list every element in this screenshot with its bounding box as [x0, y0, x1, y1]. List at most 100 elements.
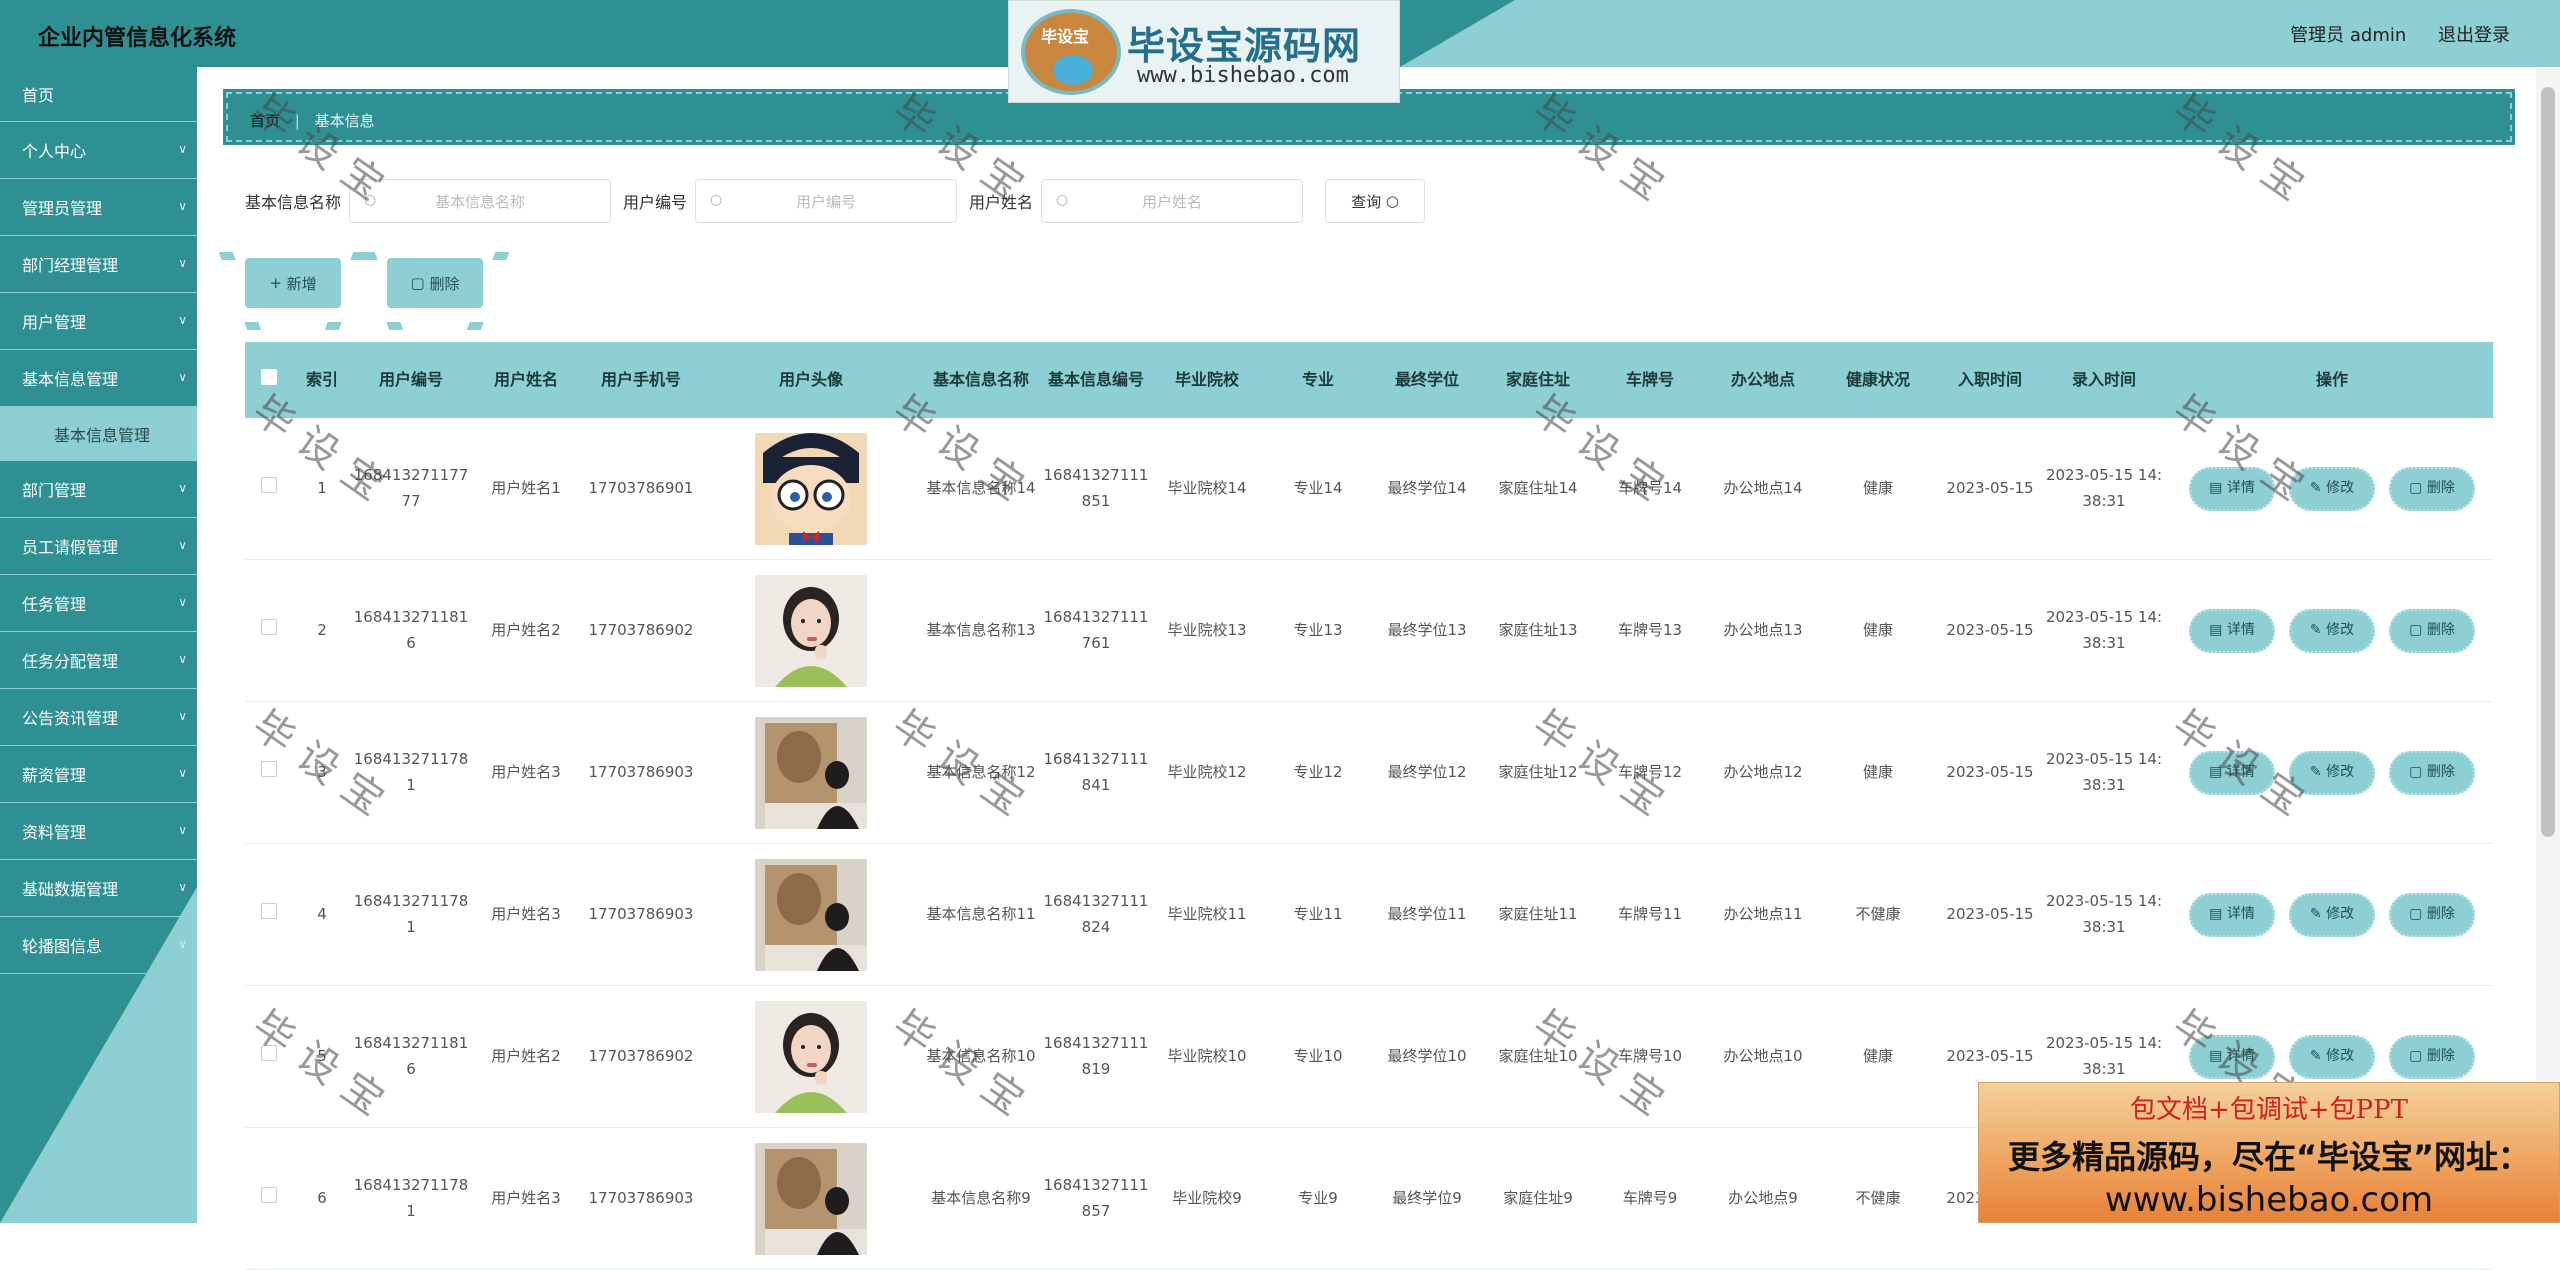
uid-filter-label: 用户编号 [623, 193, 688, 212]
sidebar-subitem-basic-info[interactable]: 基本信息管理 [0, 407, 197, 461]
chevron-down-icon: ∨ [178, 481, 187, 495]
cell-rec: 2023-05-15 14:38:31 [2045, 608, 2163, 652]
edit-button[interactable]: ✎ 修改 [2289, 1034, 2375, 1079]
row-checkbox[interactable] [261, 760, 277, 777]
cell-major: 专业13 [1293, 620, 1343, 639]
batch-delete-button[interactable]: ▢ 删除 [387, 258, 483, 308]
trash-icon: ▢ [2409, 479, 2427, 496]
search-icon: ○ [1056, 192, 1069, 208]
breadcrumb-separator: | [294, 112, 300, 130]
search-icon: ○ [1385, 192, 1399, 210]
cell-uid: 1684132711816 [353, 608, 469, 652]
row-checkbox[interactable] [261, 1044, 277, 1061]
sidebar-item-label: 基础数据管理 [22, 880, 119, 899]
sidebar-item[interactable]: 轮播图信息 ∨ [0, 917, 197, 974]
edit-button[interactable]: ✎ 修改 [2289, 466, 2375, 511]
row-actions: ▤ 详情 ✎ 修改 ▢ 删除 [2163, 1034, 2501, 1079]
cell-idx: 6 [317, 1188, 327, 1207]
chevron-down-icon: ∨ [178, 538, 187, 552]
logo-url: www.bishebao.com [1137, 63, 1349, 88]
promo-banner[interactable]: 包文档+包调试+包PPT 更多精品源码，尽在“毕设宝”网址： www.bishe… [1978, 1082, 2560, 1223]
sidebar-item[interactable]: 管理员管理 ∨ [0, 179, 197, 236]
sidebar-item[interactable]: 基础数据管理 ∨ [0, 860, 197, 917]
cell-major: 专业11 [1293, 904, 1343, 923]
delete-button[interactable]: ▢ 删除 [2389, 466, 2475, 511]
chevron-down-icon: ∨ [178, 370, 187, 384]
admin-user-label[interactable]: 管理员 admin [2290, 25, 2406, 46]
column-header: 家庭住址 [1505, 370, 1570, 390]
table-row: 3 1684132711781 用户姓名3 17703786903 基本信息名称12 16… [245, 702, 2493, 844]
cell-school: 毕业院校13 [1167, 620, 1247, 639]
sidebar-item[interactable]: 薪资管理 ∨ [0, 746, 197, 803]
cell-degree: 最终学位13 [1387, 620, 1467, 639]
page-scrollbar[interactable] [2536, 67, 2560, 1223]
detail-button[interactable]: ▤ 详情 [2189, 466, 2275, 511]
sidebar-item-label: 员工请假管理 [22, 538, 119, 557]
cell-bname: 基本信息名称9 [931, 1188, 1031, 1207]
cell-rec: 2023-05-15 14:38:31 [2045, 892, 2163, 936]
detail-button[interactable]: ▤ 详情 [2189, 608, 2275, 653]
cell-car: 车牌号12 [1617, 762, 1683, 781]
sidebar-item[interactable]: 公告资讯管理 ∨ [0, 689, 197, 746]
cell-rec: 2023-05-15 14:38:31 [2045, 750, 2163, 794]
sidebar-item[interactable]: 任务管理 ∨ [0, 575, 197, 632]
column-header: 最终学位 [1394, 370, 1459, 390]
add-button[interactable]: + 新增 [245, 258, 341, 308]
cell-bname: 基本信息名称12 [926, 762, 1036, 781]
table-row: 2 1684132711816 用户姓名2 17703786902 基本信息名称13 16… [245, 560, 2493, 702]
sidebar-item[interactable]: 部门管理 ∨ [0, 461, 197, 518]
edit-button[interactable]: ✎ 修改 [2289, 892, 2375, 937]
scrollbar-thumb[interactable] [2541, 87, 2555, 837]
sidebar-item[interactable]: 部门经理管理 ∨ [0, 236, 197, 293]
delete-button[interactable]: ▢ 删除 [2389, 1034, 2475, 1079]
sidebar-item[interactable]: 基本信息管理 ∨ [0, 350, 197, 407]
sidebar-item[interactable]: 用户管理 ∨ [0, 293, 197, 350]
row-checkbox[interactable] [261, 1186, 277, 1203]
cell-join: 2023-05-15 [1946, 904, 2034, 923]
cell-rec: 2023-05-15 14:38:31 [2045, 466, 2163, 510]
sidebar-item[interactable]: 资料管理 ∨ [0, 803, 197, 860]
cell-car: 车牌号13 [1617, 620, 1683, 639]
logout-button[interactable]: 退出登录 [2438, 25, 2510, 46]
uid-search-input[interactable]: ○ 用户编号 [695, 179, 958, 223]
cell-bno: 16841327111851 [1043, 466, 1149, 510]
select-all-checkbox[interactable] [261, 369, 277, 386]
cell-join: 2023-05-15 [1946, 762, 2034, 781]
detail-button[interactable]: ▤ 详情 [2189, 750, 2275, 795]
delete-button[interactable]: ▢ 删除 [2389, 750, 2475, 795]
cell-school: 毕业院校11 [1167, 904, 1247, 923]
edit-button[interactable]: ✎ 修改 [2289, 608, 2375, 653]
avatar-cell [701, 716, 921, 829]
uname-search-input[interactable]: ○ 用户姓名 [1041, 179, 1304, 223]
delete-button[interactable]: ▢ 删除 [2389, 892, 2475, 937]
sidebar-item[interactable]: 首页 [0, 67, 197, 122]
row-checkbox[interactable] [261, 476, 277, 493]
cell-uid: 16841327117777 [353, 466, 469, 510]
delete-button[interactable]: ▢ 删除 [2389, 608, 2475, 653]
edit-button[interactable]: ✎ 修改 [2289, 750, 2375, 795]
avatar-cell [701, 574, 921, 687]
sidebar-item-label: 薪资管理 [22, 766, 87, 785]
detail-button[interactable]: ▤ 详情 [2189, 892, 2275, 937]
sidebar-item[interactable]: 员工请假管理 ∨ [0, 518, 197, 575]
cell-idx: 1 [317, 478, 327, 497]
query-button[interactable]: 查询 ○ [1325, 179, 1426, 223]
breadcrumb-home[interactable]: 首页 [250, 112, 280, 130]
detail-button[interactable]: ▤ 详情 [2189, 1034, 2275, 1079]
search-icon: ○ [710, 192, 723, 208]
document-icon: ▤ [2209, 905, 2227, 922]
sidebar-item[interactable]: 个人中心 ∨ [0, 122, 197, 179]
sidebar-item[interactable]: 任务分配管理 ∨ [0, 632, 197, 689]
cell-health: 健康 [1862, 620, 1893, 639]
cell-bno: 16841327111841 [1043, 750, 1149, 794]
document-icon: ▤ [2209, 621, 2227, 638]
name-search-input[interactable]: ○ 基本信息名称 [349, 179, 612, 223]
cell-major: 专业10 [1293, 1046, 1343, 1065]
cell-bname: 基本信息名称10 [926, 1046, 1036, 1065]
chevron-down-icon: ∨ [178, 766, 187, 780]
row-checkbox[interactable] [261, 902, 277, 919]
row-checkbox[interactable] [261, 618, 277, 635]
cell-office: 办公地点12 [1723, 762, 1803, 781]
avatar [755, 858, 867, 971]
row-actions: ▤ 详情 ✎ 修改 ▢ 删除 [2163, 608, 2501, 653]
